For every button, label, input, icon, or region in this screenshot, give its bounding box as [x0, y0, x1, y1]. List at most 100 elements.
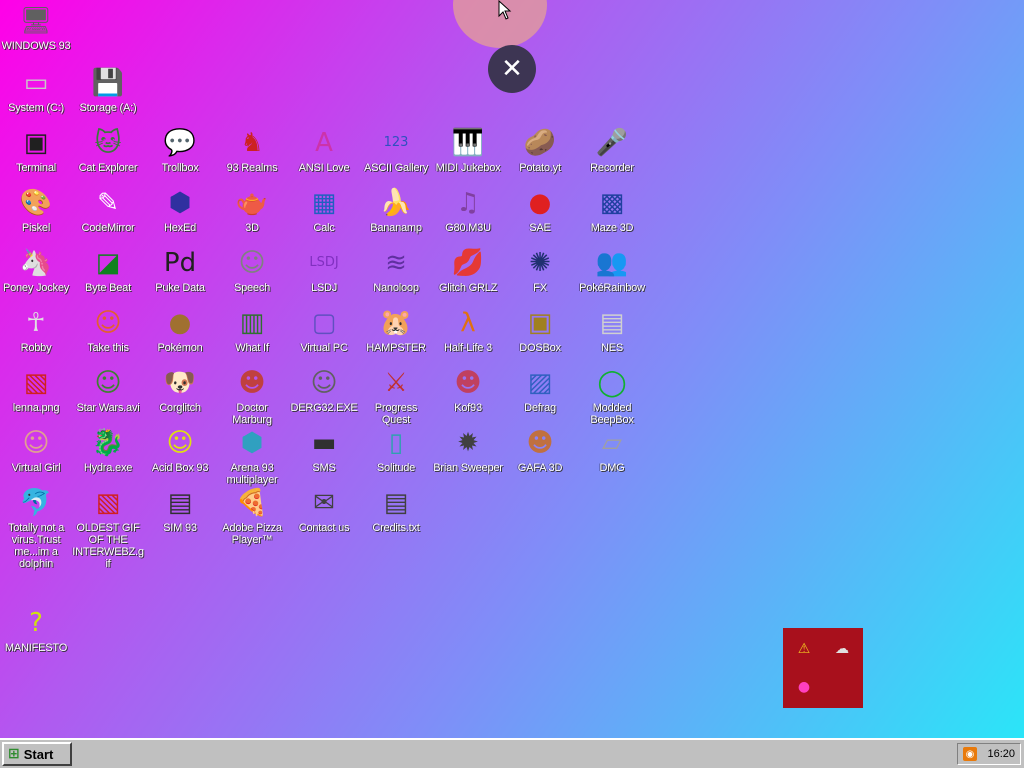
desktop-icon-corgi[interactable]: 🐶 Corglitch — [144, 366, 216, 414]
desktop-icon-pokerainbow[interactable]: 👥 PokéRainbow — [576, 246, 648, 294]
desktop-icon-teapot[interactable]: 🫖 3D — [216, 186, 288, 234]
desktop-icon-gafa[interactable]: ☻ GAFA 3D — [504, 426, 576, 474]
desktop-icon-puredata[interactable]: Pd Puke Data — [144, 246, 216, 294]
start-button[interactable]: ⊞ Start — [2, 742, 72, 766]
desktop-icon-acid-smiley[interactable]: ☺ Acid Box 93 — [144, 426, 216, 474]
desktop-icon-text-file[interactable]: ▤ Credits.txt — [360, 486, 432, 534]
desktop-icon-calculator[interactable]: ▦ Calc — [288, 186, 360, 234]
desktop-icon-pokemon[interactable]: ● Pokémon — [144, 306, 216, 354]
desktop-icon-defrag[interactable]: ▨ Defrag — [504, 366, 576, 414]
desktop-icon-kof[interactable]: ☻ Kof93 — [432, 366, 504, 414]
pink-dot-icon[interactable]: ● — [795, 678, 813, 696]
desktop-icon-midi[interactable]: 🎹 MIDI Jukebox — [432, 126, 504, 174]
desktop-icon-pizza[interactable]: 🍕 Adobe Pizza Player™ — [216, 486, 288, 546]
desktop-icon-pony[interactable]: 🦄 Poney Jockey — [0, 246, 72, 294]
desktop-icon-label: Bananamp — [370, 222, 422, 234]
desktop-icon-robby[interactable]: ☥ Robby — [0, 306, 72, 354]
desktop-icon-realms[interactable]: ♞ 93 Realms — [216, 126, 288, 174]
desktop-icon-whatif[interactable]: ▥ What If — [216, 306, 288, 354]
clock[interactable]: 16:20 — [987, 748, 1015, 760]
desktop-icon-ansi[interactable]: A ANSI Love — [288, 126, 360, 174]
desktop-icon-label: Speech — [233, 282, 271, 294]
desktop-icon-virtual-pc[interactable]: ▢ Virtual PC — [288, 306, 360, 354]
desktop-icon-palette[interactable]: 🎨 Piskel — [0, 186, 72, 234]
question-icon: ? — [29, 608, 43, 638]
desktop-icon-lips[interactable]: 💋 Glitch GRLZ — [432, 246, 504, 294]
desktop[interactable]: 🖥 WINDOWS 93 ▭ System (C:) 💾 Storage (A:) ▣ Ter… — [0, 0, 1024, 738]
desktop-icon-ascii[interactable]: 123 ASCII Gallery — [360, 126, 432, 174]
security-warning-icon[interactable]: ⚠ — [795, 640, 813, 658]
desktop-icon-image-file[interactable]: ▧ lenna.png — [0, 366, 72, 414]
terminal-icon: ▣ — [23, 128, 49, 158]
desktop-icon-mine[interactable]: ✹ Brian Sweeper — [432, 426, 504, 474]
desktop-icon-banana[interactable]: 🍌 Bananamp — [360, 186, 432, 234]
desktop-icon-virtual-girl[interactable]: ☺ Virtual Girl — [0, 426, 72, 474]
desktop-icon-speech[interactable]: ☺ Speech — [216, 246, 288, 294]
cat-explorer-icon: 🐱 — [94, 128, 122, 158]
desktop-icon-potato[interactable]: 🥔 Potato.yt — [504, 126, 576, 174]
desktop-icon-trollbox[interactable]: 💬 Trollbox — [144, 126, 216, 174]
desktop-icon-sim[interactable]: ▤ SIM 93 — [144, 486, 216, 534]
desktop-icon-half-life[interactable]: λ Half-Life 3 — [432, 306, 504, 354]
desktop-icon-label: Trollbox — [161, 162, 199, 174]
desktop-icon-label: Credits.txt — [372, 522, 420, 534]
cloud-icon[interactable]: ☁ — [833, 640, 851, 658]
microphone-icon: 🎤 — [595, 128, 629, 158]
desktop-icon-ball[interactable]: ● SAE — [504, 186, 576, 234]
desktop-icon-take-this[interactable]: ☺ Take this — [72, 306, 144, 354]
desktop-icon-drive[interactable]: ▭ System (C:) — [0, 66, 72, 114]
desktop-icon-dosbox[interactable]: ▣ DOSBox — [504, 306, 576, 354]
desktop-icon-derg[interactable]: ☺ DERG32.EXE — [288, 366, 360, 414]
desktop-icon-label: Virtual Girl — [11, 462, 61, 474]
progress-quest-icon: ⚔ — [384, 368, 408, 398]
mouse-pointer-icon — [498, 0, 512, 20]
cube-icon: ⬢ — [168, 188, 192, 218]
desktop-icon-solitude[interactable]: ▯ Solitude — [360, 426, 432, 474]
desktop-icon-cube[interactable]: ⬢ HexEd — [144, 186, 216, 234]
desktop-icon-label: LSDJ — [310, 282, 338, 294]
desktop-icon-nes[interactable]: ▤ NES — [576, 306, 648, 354]
desktop-icon-nanoloop[interactable]: ≋ Nanoloop — [360, 246, 432, 294]
desktop-icon-cat-explorer[interactable]: 🐱 Cat Explorer — [72, 126, 144, 174]
desktop-icon-dmg[interactable]: ▱ DMG — [576, 426, 648, 474]
dmg-icon: ▱ — [602, 428, 622, 458]
desktop-icon-arena-cube[interactable]: ⬢ Arena 93 multiplayer — [216, 426, 288, 486]
desktop-icon-label: NES — [600, 342, 624, 354]
desktop-icon-label: Poney Jockey — [2, 282, 70, 294]
desktop-icon-question[interactable]: ? MANIFESTO — [0, 606, 72, 654]
desktop-icon-beepbox[interactable]: ◯ Modded BeepBox — [576, 366, 648, 426]
pokemon-icon: ● — [168, 308, 192, 338]
gif-file-icon: ▧ — [95, 488, 121, 518]
desktop-icon-hydra[interactable]: 🐉 Hydra.exe — [72, 426, 144, 474]
desktop-icon-lsdj[interactable]: LSDJ LSDJ — [288, 246, 360, 294]
desktop-icon-label: Doctor Marburg — [232, 402, 272, 426]
desktop-icon-label: Totally not a virus.Trust me...im a dolp… — [7, 522, 65, 570]
gafa-icon: ☻ — [526, 428, 554, 458]
desktop-icon-contact[interactable]: ✉ Contact us — [288, 486, 360, 534]
desktop-icon-sms[interactable]: ▬ SMS — [288, 426, 360, 474]
desktop-icon-microphone[interactable]: 🎤 Recorder — [576, 126, 648, 174]
system-tray: ◉ 16:20 — [957, 743, 1021, 765]
desktop-icon-codemirror[interactable]: ✎ CodeMirror — [72, 186, 144, 234]
desktop-icon-label: WINDOWS 93 — [1, 40, 71, 52]
pizza-icon: 🍕 — [235, 488, 269, 518]
tray-popup: ⚠ ☁ ● — [783, 628, 863, 708]
desktop-icon-yoda[interactable]: ☺ Star Wars.avi — [72, 366, 144, 414]
desktop-icon-playlist[interactable]: ♫ G80.M3U — [432, 186, 504, 234]
realms-icon: ♞ — [240, 128, 264, 158]
desktop-icon-gif-file[interactable]: ▧ OLDEST GIF OF THE INTERWEBZ.gif — [72, 486, 144, 570]
close-button[interactable]: ✕ — [488, 45, 536, 93]
desktop-icon-dolphin[interactable]: 🐬 Totally not a virus.Trust me...im a dol… — [0, 486, 72, 570]
rss-icon[interactable]: ◉ — [963, 747, 977, 761]
desktop-icon-doctor[interactable]: ☻ Doctor Marburg — [216, 366, 288, 426]
desktop-icon-progress-quest[interactable]: ⚔ Progress Quest — [360, 366, 432, 426]
desktop-icon-label: Potato.yt — [519, 162, 561, 174]
desktop-icon-floppy-drive[interactable]: 💾 Storage (A:) — [72, 66, 144, 114]
desktop-icon-fx[interactable]: ✺ FX — [504, 246, 576, 294]
teapot-icon: 🫖 — [235, 188, 269, 218]
desktop-icon-hamster[interactable]: 🐹 HAMPSTER — [360, 306, 432, 354]
desktop-icon-terminal[interactable]: ▣ Terminal — [0, 126, 72, 174]
desktop-icon-maze[interactable]: ▩ Maze 3D — [576, 186, 648, 234]
desktop-icon-bytebeat[interactable]: ◪ Byte Beat — [72, 246, 144, 294]
desktop-icon-computer[interactable]: 🖥 WINDOWS 93 — [0, 4, 72, 52]
